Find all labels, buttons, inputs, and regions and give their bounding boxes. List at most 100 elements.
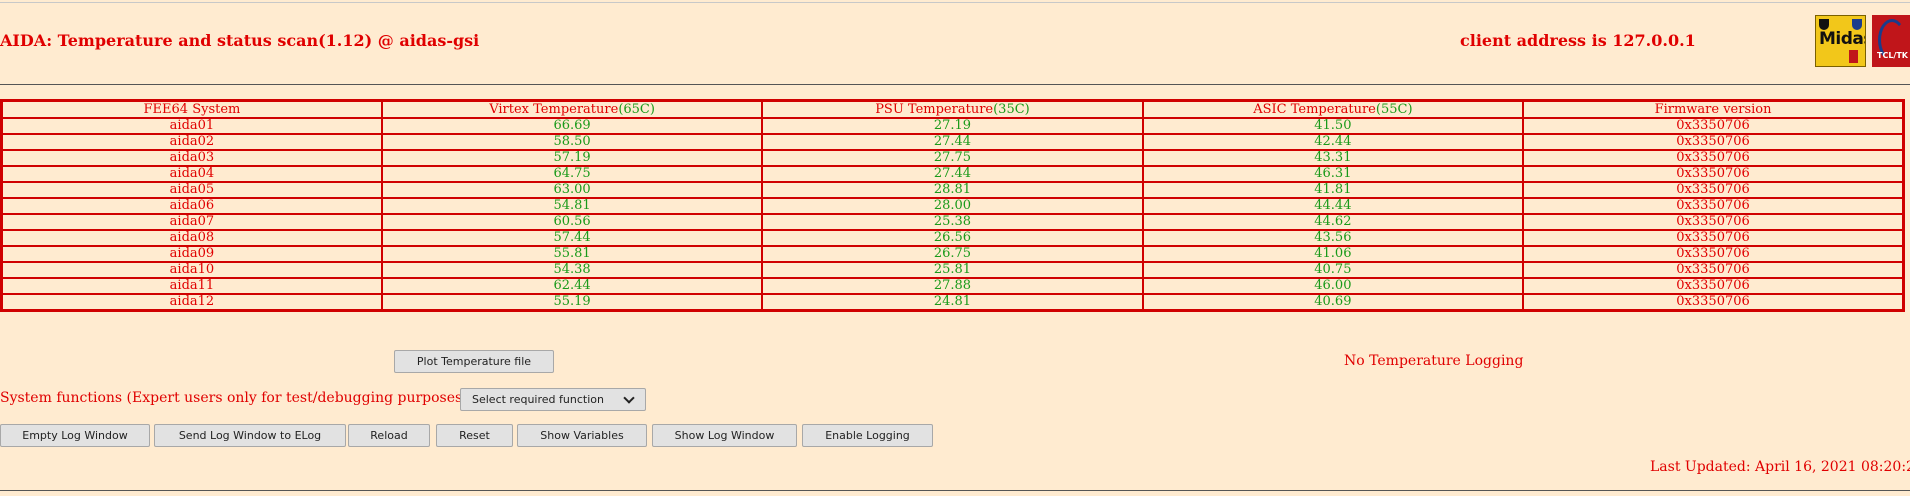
table-row: aida10 54.38 25.81 40.75 0x3350706 bbox=[0, 261, 1905, 279]
cell-asic: 40.75 bbox=[1141, 261, 1525, 279]
header-psu: PSU Temperature(35C) bbox=[761, 99, 1144, 119]
cell-asic: 43.31 bbox=[1141, 149, 1525, 167]
cell-virtex: 64.75 bbox=[380, 165, 764, 183]
reset-button[interactable]: Reset bbox=[436, 424, 513, 447]
table-row: aida07 60.56 25.38 44.62 0x3350706 bbox=[0, 213, 1905, 231]
tcl-logo: TCL/TK bbox=[1872, 15, 1910, 67]
cell-system: aida10 bbox=[0, 261, 383, 279]
cell-psu: 25.81 bbox=[761, 261, 1144, 279]
cell-psu: 27.44 bbox=[761, 133, 1144, 151]
table-row: aida02 58.50 27.44 42.44 0x3350706 bbox=[0, 133, 1905, 151]
cell-psu: 27.44 bbox=[761, 165, 1144, 183]
cell-system: aida03 bbox=[0, 149, 383, 167]
cell-system: aida11 bbox=[0, 277, 383, 295]
cell-asic: 43.56 bbox=[1141, 229, 1525, 247]
cell-virtex: 55.81 bbox=[380, 245, 764, 263]
cell-psu: 28.00 bbox=[761, 197, 1144, 215]
table-row: aida12 55.19 24.81 40.69 0x3350706 bbox=[0, 293, 1905, 312]
cell-firmware: 0x3350706 bbox=[1522, 117, 1905, 135]
header-divider bbox=[0, 84, 1910, 85]
last-updated: Last Updated: April 16, 2021 08:20:29 bbox=[1650, 459, 1910, 475]
cell-asic: 46.00 bbox=[1141, 277, 1525, 295]
cell-asic: 41.06 bbox=[1141, 245, 1525, 263]
cell-firmware: 0x3350706 bbox=[1522, 229, 1905, 247]
cell-system: aida06 bbox=[0, 197, 383, 215]
cell-asic: 46.31 bbox=[1141, 165, 1525, 183]
header-system: FEE64 System bbox=[0, 99, 383, 119]
logging-status: No Temperature Logging bbox=[1344, 353, 1524, 369]
cell-virtex: 62.44 bbox=[380, 277, 764, 295]
cell-firmware: 0x3350706 bbox=[1522, 245, 1905, 263]
cell-system: aida08 bbox=[0, 229, 383, 247]
midas-logo-text: Midas bbox=[1819, 29, 1865, 49]
cell-psu: 25.38 bbox=[761, 213, 1144, 231]
cell-system: aida09 bbox=[0, 245, 383, 263]
header-virtex: Virtex Temperature(65C) bbox=[380, 99, 764, 119]
chevron-down-icon bbox=[623, 392, 635, 404]
cell-virtex: 60.56 bbox=[380, 213, 764, 231]
enable-logging-button[interactable]: Enable Logging bbox=[802, 424, 933, 447]
header-firmware: Firmware version bbox=[1522, 99, 1905, 119]
table-row: aida05 63.00 28.81 41.81 0x3350706 bbox=[0, 181, 1905, 199]
cell-firmware: 0x3350706 bbox=[1522, 197, 1905, 215]
cell-asic: 40.69 bbox=[1141, 293, 1525, 312]
cell-firmware: 0x3350706 bbox=[1522, 277, 1905, 295]
midas-logo: Midas bbox=[1815, 15, 1866, 67]
table-row: aida09 55.81 26.75 41.06 0x3350706 bbox=[0, 245, 1905, 263]
cell-psu: 28.81 bbox=[761, 181, 1144, 199]
table-header-row: FEE64 System Virtex Temperature(65C) PSU… bbox=[0, 99, 1905, 119]
cell-firmware: 0x3350706 bbox=[1522, 213, 1905, 231]
cell-virtex: 57.19 bbox=[380, 149, 764, 167]
table-row: aida04 64.75 27.44 46.31 0x3350706 bbox=[0, 165, 1905, 183]
cell-virtex: 54.81 bbox=[380, 197, 764, 215]
cell-psu: 27.19 bbox=[761, 117, 1144, 135]
cell-system: aida02 bbox=[0, 133, 383, 151]
tcl-logo-text: TCL/TK bbox=[1877, 51, 1909, 60]
plot-temperature-button[interactable]: Plot Temperature file bbox=[394, 350, 554, 373]
cell-firmware: 0x3350706 bbox=[1522, 181, 1905, 199]
cell-virtex: 55.19 bbox=[380, 293, 764, 312]
cell-firmware: 0x3350706 bbox=[1522, 133, 1905, 151]
empty-log-button[interactable]: Empty Log Window bbox=[0, 424, 150, 447]
table-row: aida11 62.44 27.88 46.00 0x3350706 bbox=[0, 277, 1905, 295]
cell-virtex: 66.69 bbox=[380, 117, 764, 135]
cell-psu: 27.88 bbox=[761, 277, 1144, 295]
logo-mark-icon bbox=[1849, 50, 1858, 63]
cell-virtex: 57.44 bbox=[380, 229, 764, 247]
cell-firmware: 0x3350706 bbox=[1522, 165, 1905, 183]
cell-system: aida05 bbox=[0, 181, 383, 199]
cell-virtex: 54.38 bbox=[380, 261, 764, 279]
cell-asic: 41.50 bbox=[1141, 117, 1525, 135]
select-value: Select required function bbox=[472, 393, 604, 406]
show-log-window-button[interactable]: Show Log Window bbox=[652, 424, 797, 447]
cell-system: aida01 bbox=[0, 117, 383, 135]
cell-asic: 44.62 bbox=[1141, 213, 1525, 231]
cell-virtex: 63.00 bbox=[380, 181, 764, 199]
reload-button[interactable]: Reload bbox=[348, 424, 430, 447]
cell-psu: 26.56 bbox=[761, 229, 1144, 247]
cell-firmware: 0x3350706 bbox=[1522, 261, 1905, 279]
cell-asic: 41.81 bbox=[1141, 181, 1525, 199]
table-row: aida03 57.19 27.75 43.31 0x3350706 bbox=[0, 149, 1905, 167]
cell-asic: 42.44 bbox=[1141, 133, 1525, 151]
client-address: client address is 127.0.0.1 bbox=[1460, 31, 1696, 50]
top-divider bbox=[0, 2, 1910, 3]
psu-limit: (35C) bbox=[993, 101, 1030, 117]
cell-firmware: 0x3350706 bbox=[1522, 293, 1905, 312]
page-title: AIDA: Temperature and status scan(1.12) … bbox=[0, 31, 480, 50]
cell-system: aida04 bbox=[0, 165, 383, 183]
send-log-elog-button[interactable]: Send Log Window to ELog bbox=[154, 424, 346, 447]
header-asic: ASIC Temperature(55C) bbox=[1141, 99, 1525, 119]
table-row: aida01 66.69 27.19 41.50 0x3350706 bbox=[0, 117, 1905, 135]
table-row: aida06 54.81 28.00 44.44 0x3350706 bbox=[0, 197, 1905, 215]
cell-firmware: 0x3350706 bbox=[1522, 149, 1905, 167]
cell-system: aida12 bbox=[0, 293, 383, 312]
system-function-select[interactable]: Select required function bbox=[460, 388, 646, 411]
temperature-status-table: FEE64 System Virtex Temperature(65C) PSU… bbox=[0, 99, 1905, 312]
show-variables-button[interactable]: Show Variables bbox=[517, 424, 647, 447]
table-row: aida08 57.44 26.56 43.56 0x3350706 bbox=[0, 229, 1905, 247]
system-functions-label: System functions (Expert users only for … bbox=[0, 390, 485, 406]
cell-asic: 44.44 bbox=[1141, 197, 1525, 215]
cell-system: aida07 bbox=[0, 213, 383, 231]
cell-virtex: 58.50 bbox=[380, 133, 764, 151]
